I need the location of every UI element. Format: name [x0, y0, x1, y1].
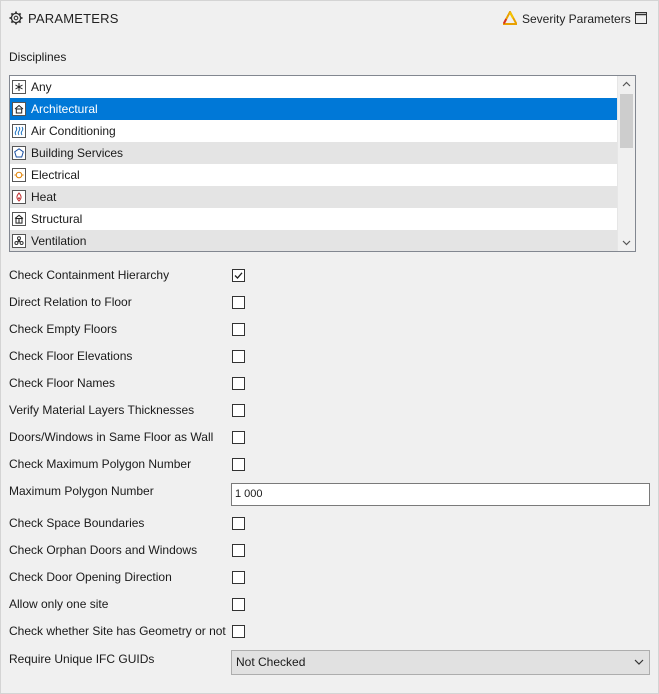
discipline-item-building-services[interactable]: Building Services: [10, 142, 633, 164]
param-label: Verify Material Layers Thicknesses: [9, 403, 195, 417]
param-row-check-empty-floors: Check Empty Floors: [0, 316, 659, 343]
param-row-allow-one-site: Allow only one site: [0, 591, 659, 618]
check-containment-hierarchy-checkbox[interactable]: [232, 269, 245, 282]
max-polygon-number-input[interactable]: 1 000: [231, 483, 650, 506]
structural-icon: [12, 212, 26, 226]
param-label: Check Floor Elevations: [9, 349, 133, 363]
param-row-check-orphan-doors: Check Orphan Doors and Windows: [0, 537, 659, 564]
param-label: Check whether Site has Geometry or not: [9, 624, 226, 638]
electrical-icon: [12, 168, 26, 182]
panel-title: PARAMETERS: [28, 11, 119, 26]
disciplines-label: Disciplines: [9, 50, 67, 64]
discipline-label: Structural: [31, 212, 83, 226]
require-unique-guids-select[interactable]: Not Checked: [231, 650, 650, 675]
checkmark-icon: [234, 272, 243, 279]
discipline-label: Any: [31, 80, 52, 94]
scroll-down-arrow-icon[interactable]: [618, 234, 635, 251]
param-label: Check Door Opening Direction: [9, 570, 172, 584]
panel-header: PARAMETERS Severity Parameters: [0, 0, 659, 36]
disciplines-list: Any Architectural Air Conditioning Building…: [10, 76, 633, 251]
severity-parameters-link[interactable]: Severity Parameters: [522, 12, 631, 26]
param-label: Maximum Polygon Number: [9, 484, 154, 498]
direct-relation-to-floor-checkbox[interactable]: [232, 296, 245, 309]
param-row-check-max-polygon: Check Maximum Polygon Number: [0, 451, 659, 478]
param-row-check-door-opening: Check Door Opening Direction: [0, 564, 659, 591]
param-label: Check Containment Hierarchy: [9, 268, 170, 282]
scrollbar-thumb[interactable]: [620, 94, 633, 148]
discipline-item-structural[interactable]: Structural: [10, 208, 633, 230]
require-unique-guids-value: Not Checked: [236, 655, 306, 669]
discipline-label: Architectural: [31, 102, 98, 116]
check-floor-elevations-checkbox[interactable]: [232, 350, 245, 363]
doors-windows-same-floor-checkbox[interactable]: [232, 431, 245, 444]
param-row-check-floor-names: Check Floor Names: [0, 370, 659, 397]
air-conditioning-icon: [12, 124, 26, 138]
ventilation-icon: [12, 234, 26, 248]
house-icon: [12, 102, 26, 116]
param-row-check-containment-hierarchy: Check Containment Hierarchy: [0, 262, 659, 289]
discipline-item-any[interactable]: Any: [10, 76, 633, 98]
param-label: Check Empty Floors: [9, 322, 118, 336]
param-label: Direct Relation to Floor: [9, 295, 132, 309]
check-door-opening-checkbox[interactable]: [232, 571, 245, 584]
param-row-check-floor-elevations: Check Floor Elevations: [0, 343, 659, 370]
gear-icon: [9, 11, 23, 25]
discipline-item-ventilation[interactable]: Ventilation: [10, 230, 633, 251]
window-maximize-icon[interactable]: [635, 12, 647, 24]
discipline-item-electrical[interactable]: Electrical: [10, 164, 633, 186]
verify-material-layers-checkbox[interactable]: [232, 404, 245, 417]
discipline-item-heat[interactable]: Heat: [10, 186, 633, 208]
discipline-item-architectural[interactable]: Architectural: [10, 98, 633, 120]
check-space-boundaries-checkbox[interactable]: [232, 517, 245, 530]
discipline-label: Heat: [31, 190, 57, 204]
scroll-up-arrow-icon[interactable]: [618, 76, 635, 93]
building-services-icon: [12, 146, 26, 160]
param-label: Allow only one site: [9, 597, 109, 611]
param-label: Require Unique IFC GUIDs: [9, 652, 155, 666]
discipline-label: Electrical: [31, 168, 80, 182]
check-orphan-doors-checkbox[interactable]: [232, 544, 245, 557]
disciplines-listbox[interactable]: Any Architectural Air Conditioning Building…: [9, 75, 636, 252]
param-label: Check Orphan Doors and Windows: [9, 543, 198, 557]
check-floor-names-checkbox[interactable]: [232, 377, 245, 390]
param-label: Check Floor Names: [9, 376, 116, 390]
severity-warning-icon[interactable]: [503, 11, 517, 25]
disciplines-scrollbar[interactable]: [617, 76, 635, 251]
check-site-geometry-checkbox[interactable]: [232, 625, 245, 638]
check-empty-floors-checkbox[interactable]: [232, 323, 245, 336]
discipline-label: Ventilation: [31, 234, 87, 248]
discipline-label: Air Conditioning: [31, 124, 116, 138]
heat-icon: [12, 190, 26, 204]
discipline-item-air-conditioning[interactable]: Air Conditioning: [10, 120, 633, 142]
param-label: Check Maximum Polygon Number: [9, 457, 192, 471]
max-polygon-number-value: 1 000: [235, 488, 263, 500]
param-row-direct-relation-to-floor: Direct Relation to Floor: [0, 289, 659, 316]
param-label: Doors/Windows in Same Floor as Wall: [9, 430, 214, 444]
param-row-doors-windows-same-floor: Doors/Windows in Same Floor as Wall: [0, 424, 659, 451]
allow-one-site-checkbox[interactable]: [232, 598, 245, 611]
asterisk-icon: [12, 80, 26, 94]
param-row-verify-material-layers: Verify Material Layers Thicknesses: [0, 397, 659, 424]
check-max-polygon-checkbox[interactable]: [232, 458, 245, 471]
param-row-check-site-geometry: Check whether Site has Geometry or not: [0, 618, 659, 645]
param-label: Check Space Boundaries: [9, 516, 145, 530]
chevron-down-icon: [634, 659, 644, 665]
discipline-label: Building Services: [31, 146, 124, 160]
param-row-check-space-boundaries: Check Space Boundaries: [0, 510, 659, 537]
